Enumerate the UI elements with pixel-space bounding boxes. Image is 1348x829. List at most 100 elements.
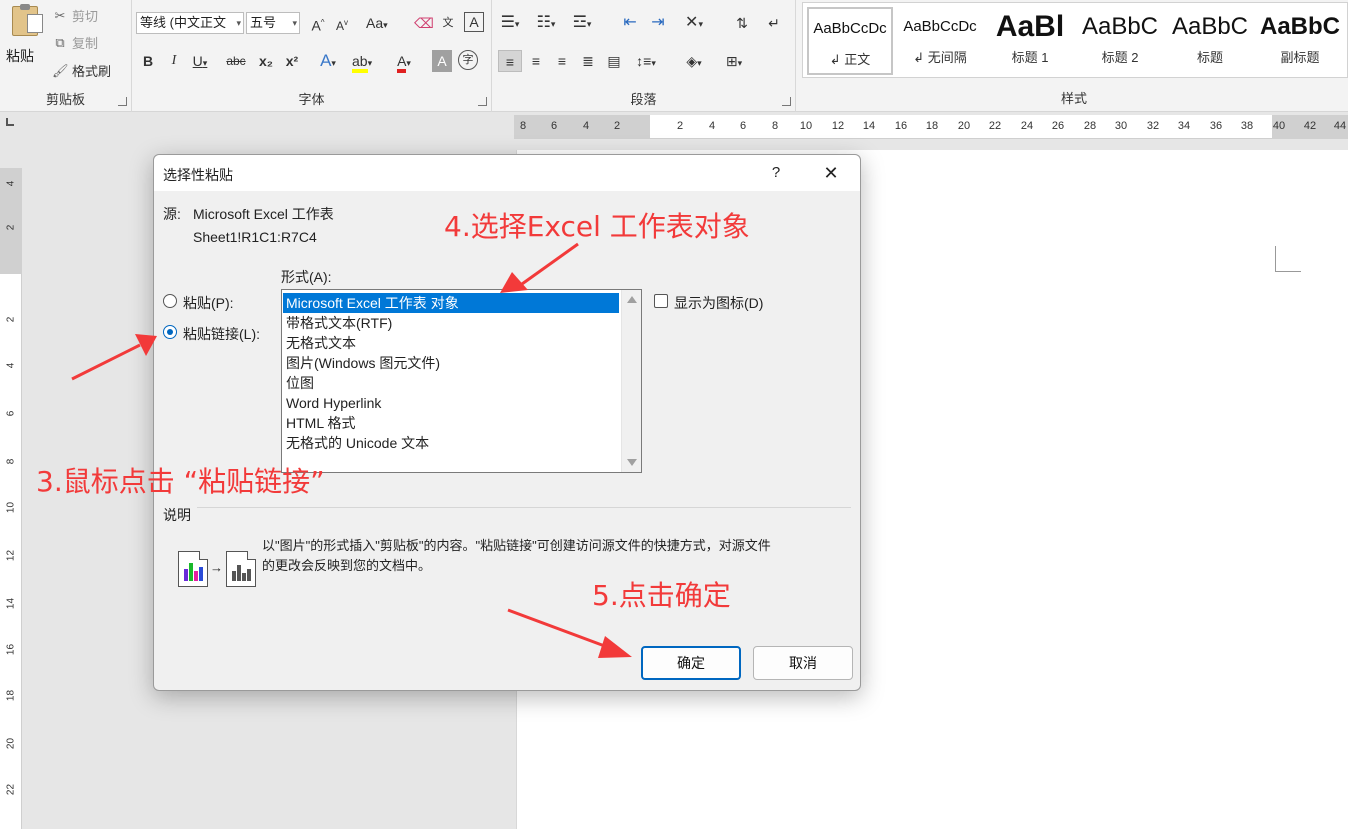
paste-radio[interactable]	[163, 294, 177, 308]
list-item[interactable]: 无格式文本	[283, 333, 619, 353]
font-size-combobox[interactable]: 五号 ▾	[246, 12, 300, 34]
cut-button[interactable]: ✂ 剪切	[52, 6, 98, 25]
line-spacing-button[interactable]: ↕≡▾	[636, 50, 656, 72]
ruler-tick: 16	[894, 120, 908, 132]
phonetic-guide-button[interactable]: 文	[438, 12, 458, 34]
font-launcher-icon[interactable]	[478, 97, 487, 106]
underline-button[interactable]: U▾	[190, 50, 210, 72]
subscript-icon: x₂	[258, 53, 273, 69]
bullets-button[interactable]: ☰▾	[500, 12, 520, 34]
increase-indent-button[interactable]: ⇥	[648, 12, 668, 34]
char-shading-button[interactable]: A	[432, 50, 452, 72]
list-item[interactable]: Microsoft Excel 工作表 对象	[283, 293, 619, 313]
style-subtitle[interactable]: AaBbC 副标题	[1257, 7, 1343, 75]
margin-corner-mark	[1275, 246, 1301, 272]
vertical-ruler[interactable]: 4 2 2 4 6 8 10 12 14 16 18 20 22	[0, 168, 22, 829]
paste-button[interactable]: 粘贴	[6, 4, 44, 84]
ok-button[interactable]: 确定	[641, 646, 741, 680]
italic-button[interactable]: I	[164, 50, 184, 72]
ruler-tick: 10	[5, 501, 17, 514]
close-button[interactable]: ✕	[818, 161, 844, 185]
align-left-button[interactable]: ≡	[498, 50, 522, 72]
list-item[interactable]: 位图	[283, 373, 619, 393]
ruler-tick: 8	[519, 120, 527, 132]
font-name-combobox[interactable]: 等线 (中文正文 ▾	[136, 12, 244, 34]
paste-link-radio-label[interactable]: 粘贴链接(L):	[183, 324, 260, 344]
font-color-button[interactable]: A▾	[394, 50, 414, 73]
clear-format-button[interactable]: ⌫	[414, 12, 434, 34]
ruler-tick: 44	[1333, 120, 1347, 132]
char-border-button[interactable]: A	[464, 12, 484, 32]
list-item[interactable]: 无格式的 Unicode 文本	[283, 433, 619, 453]
list-item[interactable]: 图片(Windows 图元文件)	[283, 353, 619, 373]
list-item[interactable]: 带格式文本(RTF)	[283, 313, 619, 333]
style-heading-2[interactable]: AaBbC 标题 2	[1077, 7, 1163, 75]
ruler-tick: 20	[957, 120, 971, 132]
bold-button[interactable]: B	[138, 50, 158, 72]
enclose-char-button[interactable]: 字	[458, 50, 478, 70]
ruler-tick: 38	[1240, 120, 1254, 132]
font-group: 等线 (中文正文 ▾ 五号 ▾ A^ Av Aa▾ ⌫ 文 A B I U▾ a…	[132, 0, 492, 112]
format-listbox[interactable]: Microsoft Excel 工作表 对象 带格式文本(RTF) 无格式文本 …	[281, 289, 642, 473]
style-normal[interactable]: AaBbCcDc ↲ 正文	[807, 7, 893, 75]
distributed-button[interactable]: ▤	[604, 50, 624, 72]
tab-selector[interactable]	[0, 114, 22, 138]
show-marks-button[interactable]: ↵	[764, 12, 784, 34]
paste-link-radio[interactable]	[163, 325, 177, 339]
sort-button[interactable]: ⇅	[732, 12, 752, 34]
list-item[interactable]: HTML 格式	[283, 413, 619, 433]
clipboard-group: 粘贴 ✂ 剪切 ⧉ 复制 🖌 格式刷 剪贴板	[0, 0, 132, 112]
format-painter-button[interactable]: 🖌 格式刷	[52, 61, 111, 80]
scroll-up-icon[interactable]	[627, 296, 637, 303]
justify-button[interactable]: ≣	[578, 50, 598, 72]
grow-font-button[interactable]: A^	[308, 12, 328, 34]
shading-button[interactable]: ◈▾	[684, 50, 704, 72]
multilevel-list-button[interactable]: ☲▾	[572, 12, 592, 34]
ruler-tick: 40	[1272, 120, 1286, 132]
align-right-button[interactable]: ≡	[552, 50, 572, 72]
style-title[interactable]: AaBbC 标题	[1167, 7, 1253, 75]
ruler-tick: 26	[1051, 120, 1065, 132]
result-description-line1: 以"图片"的形式插入"剪贴板"的内容。"粘贴链接"可创建访问源文件的快捷方式，对…	[262, 538, 771, 553]
listbox-scrollbar[interactable]	[621, 290, 641, 472]
display-as-icon-checkbox[interactable]	[654, 294, 668, 308]
horizontal-ruler[interactable]: 8 6 4 2 2 4 6 8 10 12 14 16 18 20 22 24 …	[514, 115, 1348, 139]
cancel-button[interactable]: 取消	[753, 646, 853, 680]
change-case-button[interactable]: Aa▾	[366, 12, 388, 34]
display-as-icon-label[interactable]: 显示为图标(D)	[674, 293, 763, 313]
grow-font-icon: A	[311, 17, 321, 34]
style-name: 标题	[1196, 50, 1223, 65]
ruler-tick: 4	[582, 120, 590, 132]
style-heading-1[interactable]: AaBl 标题 1	[987, 7, 1073, 75]
numbering-button[interactable]: ☷▾	[536, 12, 556, 34]
ruler-tick: 24	[1020, 120, 1034, 132]
style-no-spacing[interactable]: AaBbCcDc ↲ 无间隔	[897, 7, 983, 75]
list-item[interactable]: Word Hyperlink	[283, 393, 619, 413]
scroll-down-icon[interactable]	[627, 459, 637, 466]
help-button[interactable]: ?	[764, 161, 788, 185]
ruler-tick: 22	[988, 120, 1002, 132]
font-name-value: 等线 (中文正文	[140, 15, 226, 30]
chinese-layout-button[interactable]: ✕▾	[684, 12, 704, 34]
paragraph-launcher-icon[interactable]	[782, 97, 791, 106]
ruler-tick: 28	[1083, 120, 1097, 132]
paste-label: 粘贴	[6, 48, 34, 64]
excel-chart-doc-icon	[178, 551, 208, 587]
subscript-button[interactable]: x₂	[256, 50, 276, 72]
strikethrough-button[interactable]: abc	[226, 50, 246, 72]
style-name: 副标题	[1280, 50, 1320, 65]
align-center-button[interactable]: ≡	[526, 50, 546, 72]
copy-button[interactable]: ⧉ 复制	[52, 33, 98, 52]
decrease-indent-button[interactable]: ⇤	[620, 12, 640, 34]
paste-radio-label[interactable]: 粘贴(P):	[183, 293, 234, 313]
highlight-button[interactable]: ab▾	[352, 50, 372, 73]
ruler-tick: 12	[831, 120, 845, 132]
superscript-button[interactable]: x²	[282, 50, 302, 72]
borders-button[interactable]: ⊞▾	[724, 50, 744, 72]
chevron-down-icon: ▾	[292, 18, 297, 28]
ribbon: 粘贴 ✂ 剪切 ⧉ 复制 🖌 格式刷 剪贴板 等线 (中文正文 ▾ 五号 ▾ A…	[0, 0, 1348, 112]
shrink-font-button[interactable]: Av	[332, 12, 352, 34]
clipboard-launcher-icon[interactable]	[118, 97, 127, 106]
ruler-tick: 42	[1303, 120, 1317, 132]
text-effects-button[interactable]: A▾	[318, 50, 338, 72]
